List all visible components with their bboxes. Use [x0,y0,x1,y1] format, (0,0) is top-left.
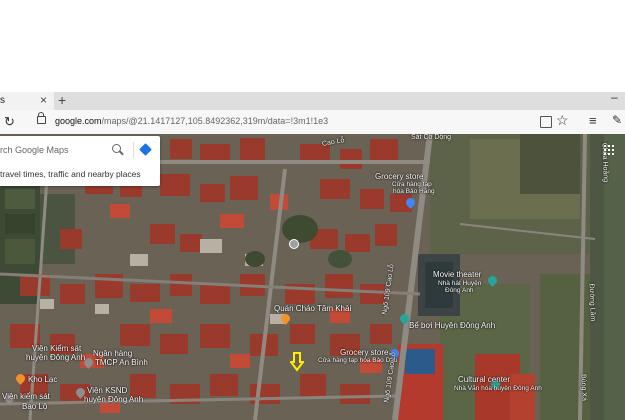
window-minimize-icon[interactable]: – [611,90,618,104]
tab-close-icon[interactable]: × [40,93,47,107]
url-path: /maps/@21.1417127,105.8492362,319m/data=… [101,116,329,126]
apps-grid-icon[interactable] [604,145,614,155]
poi-label-quan-chao[interactable]: Quán Cháo Tâm Khải [274,304,351,313]
url-host: google.com [55,116,102,126]
hub-icon[interactable]: ≡ [589,113,597,128]
tab-bar: s × + – [0,90,625,110]
poi-label-ngan-hang[interactable]: Ngân hàng [93,349,132,358]
search-input[interactable] [0,141,105,159]
poi-sub-grocery-2: Cửa hàng tạp hóa Bảo Dâu [318,357,398,364]
search-icon[interactable] [112,144,121,153]
poi-label-movie-theater[interactable]: Movie theater [433,270,481,279]
poi-label-vien-ksnd[interactable]: Viện KSND [87,386,127,395]
poi-label-sat-co-dong[interactable]: Sắt Cổ Dộng [411,134,451,142]
poi-label-be-boi[interactable]: Bể bơi Huyện Đông Anh [409,321,495,330]
poi-label-vien-kiem-sat[interactable]: Viện Kiểm sát [32,344,81,353]
poi-sub-grocery-1b: hóa Bảo Hằng [393,188,435,195]
reload-icon[interactable]: ↻ [4,114,15,130]
poi-sub-movie-2: Đông Anh [445,287,474,294]
poi-label-vien-kiem-2: Bao Lộ [22,402,48,411]
search-panel: travel times, traffic and nearby places [0,136,160,186]
browser-tab[interactable]: s × [0,92,54,110]
web-note-icon[interactable]: ✎ [612,113,622,127]
poi-label-vien-kiem-sat-2: huyện Đông Anh [26,353,86,362]
poi-label-grocery-store-1[interactable]: Grocery store [375,172,423,181]
url-field[interactable]: google.com/maps/@21.1417127,105.8492362,… [55,116,328,126]
tab-title: s [0,95,5,106]
favorite-star-icon[interactable]: ☆ [556,112,569,129]
poi-sub-cultural: Nhà Văn hóa huyện Đông Anh [454,385,542,392]
address-bar: ↻ google.com/maps/@21.1417127,105.849236… [0,110,625,135]
poi-label-grocery-store-2[interactable]: Grocery store [340,348,388,357]
poi-label-cultural-center[interactable]: Cultural center [458,375,510,384]
road-label-5: Bùng Xá [579,373,588,402]
search-divider [133,142,134,158]
poi-label-vien-kiem[interactable]: Viện kiểm sát [2,392,50,401]
poi-sub-grocery-1a: Cửa hàng tạp [392,181,432,188]
road-label-4: Đường Lâm [587,283,596,322]
lock-icon[interactable] [37,112,46,124]
directions-icon[interactable] [139,143,152,156]
reading-view-icon[interactable] [540,116,552,128]
poi-label-kho-lac[interactable]: Kho Lạc [28,375,57,384]
poi-label-vien-ksnd-2: huyện Đông Anh [84,395,144,404]
search-hint[interactable]: travel times, traffic and nearby places [0,169,141,179]
arrow-marker-icon [290,352,304,372]
poi-label-ngan-hang-2: TMCP An Bình [95,358,148,367]
new-tab-icon[interactable]: + [58,92,66,108]
place-pin-icon[interactable] [289,239,299,249]
poi-sub-movie-1: Nhà hát Huyện [438,280,482,287]
